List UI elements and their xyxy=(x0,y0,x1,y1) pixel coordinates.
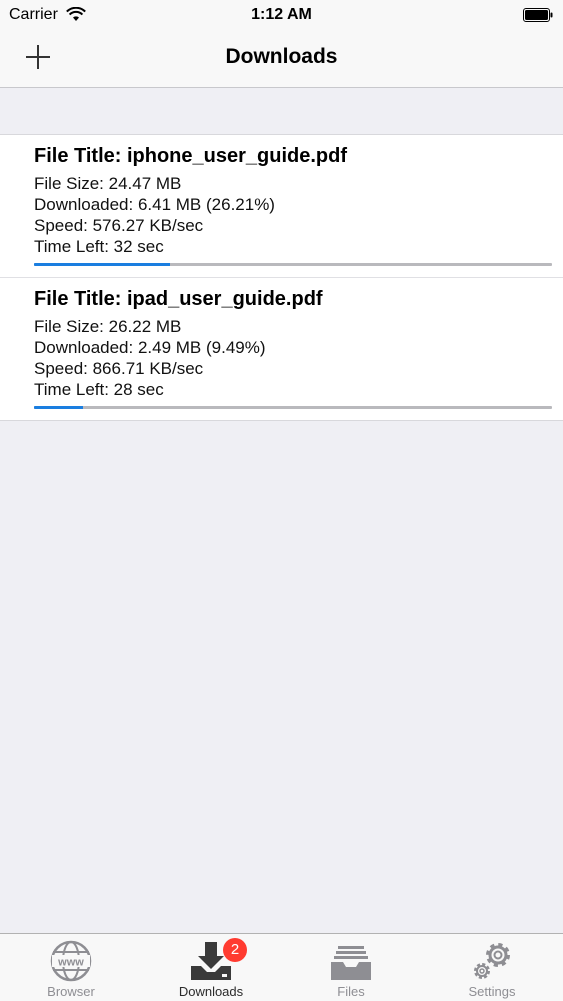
download-row[interactable]: File Title: ipad_user_guide.pdf File Siz… xyxy=(0,277,563,420)
badge-count: 2 xyxy=(223,938,247,962)
download-speed: Speed: 866.71 KB/sec xyxy=(34,359,204,378)
page-title: Downloads xyxy=(225,45,338,68)
downloaded-amount: Downloaded: 6.41 MB (26.21%) xyxy=(34,195,275,214)
globe-www-icon: www xyxy=(50,940,92,982)
downloaded-amount: Downloaded: 2.49 MB (9.49%) xyxy=(34,338,266,357)
downloads-list: File Title: iphone_user_guide.pdf File S… xyxy=(0,134,563,421)
status-bar: Carrier 1:12 AM xyxy=(0,0,563,30)
tab-files[interactable]: Files xyxy=(281,934,421,1001)
gears-icon xyxy=(474,943,510,979)
tab-bar: www Browser 2 Downloads Files Settings xyxy=(0,933,563,1001)
svg-text:www: www xyxy=(57,957,84,969)
tab-browser[interactable]: www Browser xyxy=(1,934,141,1001)
tab-label: Browser xyxy=(47,984,95,999)
progress-bar xyxy=(34,263,552,266)
time-left: Time Left: 28 sec xyxy=(34,380,164,399)
file-title: File Title: iphone_user_guide.pdf xyxy=(34,145,347,167)
file-tray-icon xyxy=(331,946,371,980)
progress-fill xyxy=(34,263,170,266)
file-size: File Size: 24.47 MB xyxy=(34,174,182,193)
file-title: File Title: ipad_user_guide.pdf xyxy=(34,288,323,310)
tab-label: Settings xyxy=(468,984,516,999)
progress-fill xyxy=(34,406,84,409)
tab-downloads[interactable]: 2 Downloads xyxy=(141,934,281,1001)
battery-icon xyxy=(523,8,553,22)
status-time: 1:12 AM xyxy=(251,6,312,23)
tab-label: Files xyxy=(337,984,365,999)
download-speed: Speed: 576.27 KB/sec xyxy=(34,216,204,235)
navigation-bar: Downloads xyxy=(0,30,563,88)
time-left: Time Left: 32 sec xyxy=(34,237,164,256)
tab-settings[interactable]: Settings xyxy=(422,934,562,1001)
progress-bar xyxy=(34,406,552,409)
file-size: File Size: 26.22 MB xyxy=(34,317,182,336)
tab-label: Downloads xyxy=(178,984,244,999)
download-row[interactable]: File Title: iphone_user_guide.pdf File S… xyxy=(0,135,563,277)
